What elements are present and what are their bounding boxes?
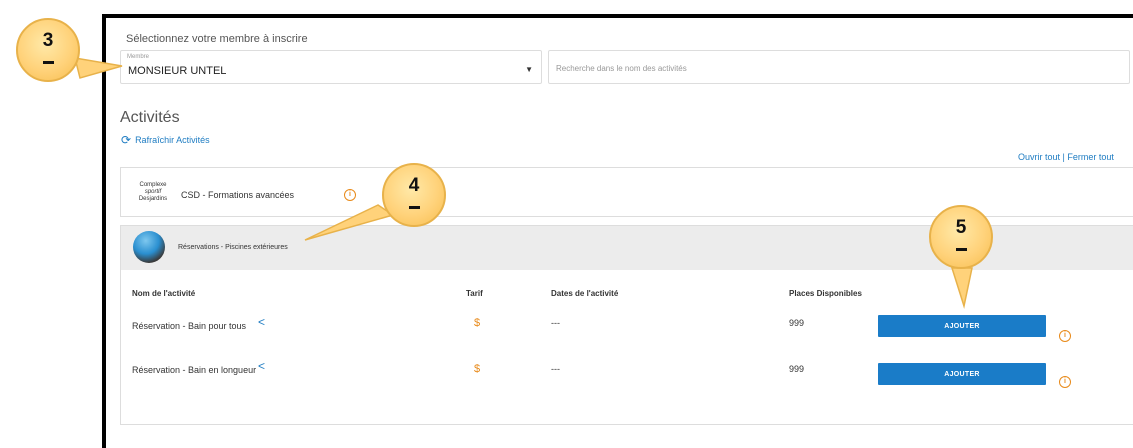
places-available: 999 xyxy=(789,364,805,374)
info-icon[interactable]: i xyxy=(1059,376,1071,388)
member-select-value: MONSIEUR UNTEL xyxy=(128,65,227,77)
caret-down-icon[interactable]: ▼ xyxy=(525,65,533,74)
pool-thumbnail xyxy=(133,231,165,263)
member-select[interactable]: Membre MONSIEUR UNTEL ▼ xyxy=(120,50,542,84)
column-header-name: Nom de l'activité xyxy=(132,289,196,298)
activity-name: Réservation - Bain pour tous xyxy=(132,321,247,331)
callout-4: 4 xyxy=(382,163,446,227)
group-title: CSD - Formations avancées xyxy=(181,190,295,200)
activity-group-formations[interactable]: Complexe sportif Desjardins CSD - Format… xyxy=(120,167,1133,217)
info-icon[interactable]: i xyxy=(344,189,356,201)
tarif-icon: $ xyxy=(474,363,481,375)
callout-underline xyxy=(409,206,420,209)
refresh-link[interactable]: ⟳ Rafraîchir Activités xyxy=(121,133,210,147)
refresh-icon[interactable]: ⟳ xyxy=(121,133,131,147)
activity-dates: --- xyxy=(551,318,560,328)
open-all-link[interactable]: Ouvrir tout xyxy=(1018,152,1060,162)
refresh-label[interactable]: Rafraîchir Activités xyxy=(135,135,210,145)
column-header-tarif: Tarif xyxy=(466,289,483,298)
add-button[interactable]: AJOUTER xyxy=(878,315,1046,337)
callout-number: 3 xyxy=(42,30,54,51)
activity-group-piscines-body xyxy=(120,270,1133,425)
member-hint: Sélectionnez votre membre à inscrire xyxy=(126,33,308,45)
column-header-dates: Dates de l'activité xyxy=(551,289,619,298)
callout-number: 4 xyxy=(408,175,420,196)
activity-name: Réservation - Bain en longueur xyxy=(132,365,257,375)
share-icon[interactable]: < xyxy=(258,359,265,373)
share-icon[interactable]: < xyxy=(258,315,265,329)
add-button[interactable]: AJOUTER xyxy=(878,363,1046,385)
logo-text-line2: sportif xyxy=(144,189,162,195)
expand-controls: Ouvrir tout | Fermer tout xyxy=(1018,152,1114,162)
activity-dates: --- xyxy=(551,364,560,374)
places-available: 999 xyxy=(789,318,805,328)
separator: | xyxy=(1062,152,1065,162)
logo-text-line3: Desjardins xyxy=(138,196,168,202)
section-title: Activités xyxy=(120,109,180,126)
complexe-sportif-logo: Complexe sportif Desjardins xyxy=(133,182,173,206)
callout-number: 5 xyxy=(955,217,967,238)
callout-5: 5 xyxy=(929,205,993,269)
close-all-link[interactable]: Fermer tout xyxy=(1067,152,1114,162)
search-input[interactable] xyxy=(554,57,1118,79)
logo-text-line1: Complexe xyxy=(139,182,167,188)
column-header-places: Places Disponibles xyxy=(789,289,862,298)
callout-underline xyxy=(43,61,54,64)
group-title: Réservations - Piscines extérieures xyxy=(178,244,288,251)
activity-search[interactable] xyxy=(548,50,1130,84)
info-icon[interactable]: i xyxy=(1059,330,1071,342)
callout-underline xyxy=(956,248,967,251)
tarif-icon: $ xyxy=(474,317,481,329)
member-select-label: Membre xyxy=(127,54,150,60)
callout-3: 3 xyxy=(16,18,80,82)
